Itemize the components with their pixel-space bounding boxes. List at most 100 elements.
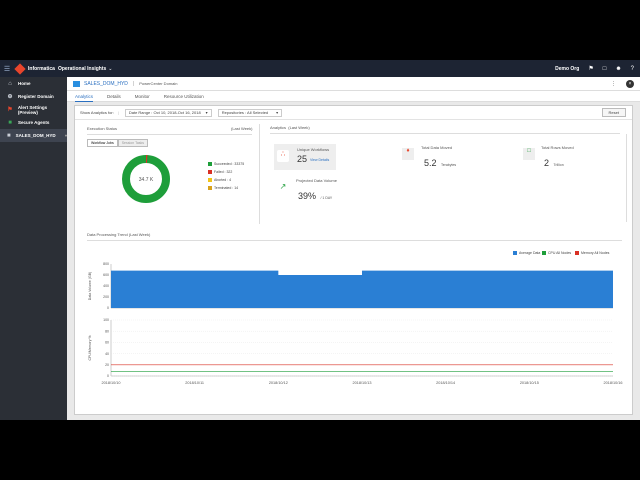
unique-workflows-value: 25 [297, 154, 308, 164]
divider [270, 133, 620, 134]
register-icon: ⊕ [7, 94, 13, 100]
domain-type: PowerCenter Domain [139, 81, 178, 86]
projected-unit: / 1 DAY [320, 196, 333, 200]
rows-moved-value: 2 [544, 158, 550, 168]
close-icon[interactable]: × [626, 79, 634, 88]
informatica-logo [14, 62, 26, 75]
divider [87, 240, 622, 241]
legend-label: Average Data [519, 251, 541, 255]
rows-moved-icon: □ [523, 148, 535, 160]
legend-label: CPU All Nodes [548, 251, 572, 255]
separator: | [132, 80, 135, 87]
repositories-select[interactable]: Repositories : All Selected ▾ [217, 108, 283, 117]
tab-resource-utilization[interactable]: Resource Utilization [164, 91, 204, 102]
legend-terminated: Terminated : 14 [208, 186, 238, 190]
legend-aborted: Aborted : 4 [208, 178, 231, 182]
data-moved-label: Total Data Moved [421, 145, 453, 150]
main-content: SALES_DOM_HYD | PowerCenter Domain ⋮ × A… [67, 77, 640, 420]
x-tick-label: 2018/10/10 [101, 381, 120, 385]
product-name[interactable]: Operational Insights [58, 66, 106, 72]
legend-label: Failed : 322 [214, 170, 233, 174]
analytics-period: (Last Week) [288, 125, 310, 130]
y-tick-label: 600 [103, 273, 109, 277]
legend-swatch [542, 251, 546, 255]
execution-donut: 34.7 K [122, 155, 170, 203]
rows-moved-label: Total Rows Moved [541, 145, 574, 150]
y-tick-label: 200 [103, 295, 109, 299]
domain-icon: ■ [7, 132, 11, 139]
more-options-icon[interactable]: ⋮ [611, 81, 616, 87]
sidebar-item-alert-settings[interactable]: ⚑ Alert Settings (Preview) [0, 103, 67, 116]
data-moved-unit: Terabytes [440, 163, 457, 167]
legend-swatch [513, 251, 517, 255]
execution-status-period: (Last Week) [231, 126, 253, 131]
session-tasks-button[interactable]: Session Tasks [117, 139, 149, 147]
sidebar-item-home[interactable]: ⌂ Home [0, 77, 67, 90]
x-tick-label: 2018/10/14 [436, 381, 455, 385]
tab-monitor[interactable]: Monitor [135, 91, 150, 102]
y-tick-label: 80 [105, 329, 109, 333]
view-details-link[interactable]: View Details [310, 158, 329, 162]
legend-label: Aborted : 4 [214, 178, 232, 182]
x-tick-label: 2018/10/15 [520, 381, 539, 385]
y-tick-label: 20 [105, 363, 109, 367]
tab-details[interactable]: Details [107, 91, 121, 102]
unique-workflows-label: Unique Workflows [297, 147, 330, 152]
reset-button[interactable]: Reset [601, 108, 626, 117]
brand-name: Informatica [28, 65, 55, 72]
chevron-down-icon: ▾ [276, 110, 279, 115]
date-range-select[interactable]: Date Range : Oct 10, 2018-Oct 16, 2018 ▾ [124, 108, 212, 117]
projected-value: 39% [298, 191, 317, 201]
org-name[interactable]: Demo Org [555, 66, 579, 72]
trend-chart: 80060040020001008060402002018/10/10 2018/… [88, 262, 623, 385]
legend-succeeded: Succeeded : 33375 [208, 162, 244, 166]
analytics-title-text: Analytics [270, 125, 287, 130]
legend-label: Succeeded : 33375 [214, 162, 245, 166]
y-axis-label-bottom: CPU/Memory % [88, 335, 92, 360]
sidebar-item-label: Secure Agents [18, 120, 50, 125]
execution-toggle: Workflow Jobs Session Tasks [87, 139, 149, 147]
domain-name: SALES_DOM_HYD [84, 80, 128, 87]
analytics-card: Show Analytics for: | Date Range : Oct 1… [74, 105, 633, 415]
execution-status-title: Execution Status [87, 126, 118, 131]
y-axis-label-top: Data Volume (GB) [88, 272, 92, 300]
workflow-jobs-button[interactable]: Workflow Jobs [87, 139, 118, 147]
legend-failed: Failed : 322 [208, 170, 232, 174]
x-tick-label: 2018/10/16 [603, 381, 622, 385]
sidebar-item-register-domain[interactable]: ⊕ Register Domain [0, 90, 67, 103]
y-tick-label: 400 [103, 284, 109, 288]
legend-label: Memory All Nodes [581, 251, 610, 255]
rows-moved-stat: 2 Trillion [544, 153, 564, 171]
vertical-divider [259, 124, 260, 224]
legend-cpu: CPU All Nodes [542, 251, 571, 255]
flag-icon[interactable]: ⚑ [588, 65, 593, 72]
user-icon[interactable]: ☻ [615, 66, 621, 72]
alert-icon: ⚑ [7, 107, 13, 113]
filter-label: Show Analytics for: [80, 110, 114, 115]
workflow-icon: ∴ [277, 150, 289, 162]
help-icon[interactable]: ? [631, 66, 634, 72]
x-tick-label: 2018/10/13 [352, 381, 371, 385]
sidebar-item-label: Alert Settings (Preview) [17, 104, 48, 115]
sidebar-item-secure-agents[interactable]: ■ Secure Agents [0, 116, 67, 129]
y-tick-label: 40 [105, 352, 109, 356]
bookmark-icon[interactable]: □ [603, 66, 607, 72]
tab-analytics[interactable]: Analytics [75, 91, 94, 102]
repositories-value: Repositories : All Selected [221, 110, 269, 115]
chevron-down-icon: ▾ [205, 110, 208, 115]
x-tick-label: 2018/10/12 [269, 381, 288, 385]
filter-separator: | [117, 110, 119, 115]
sidebar-item-label: Home [18, 81, 31, 86]
filter-bar: Show Analytics for: | Date Range : Oct 1… [75, 106, 632, 120]
x-tick-label: 2018/10/11 [185, 381, 204, 385]
trend-title: Data Processing Trend (Last Week) [87, 232, 151, 237]
tab-bar: Analytics Details Monitor Resource Utili… [67, 91, 640, 102]
chevron-down-icon[interactable]: ⌄ [108, 66, 112, 72]
data-moved-stat: 5.2 Terabytes [424, 153, 456, 171]
unique-workflows-tile[interactable]: ∴ Unique Workflows 25 View Details [274, 144, 336, 170]
menu-icon[interactable]: ☰ [0, 65, 14, 73]
vertical-divider [626, 134, 627, 222]
legend-average-data: Average Data [513, 251, 540, 255]
sidebar-item-sales-dom-hyd[interactable]: ■ SALES_DOM_HYD ● [0, 129, 67, 142]
arrow-up-right-icon: ↗ [277, 182, 289, 194]
